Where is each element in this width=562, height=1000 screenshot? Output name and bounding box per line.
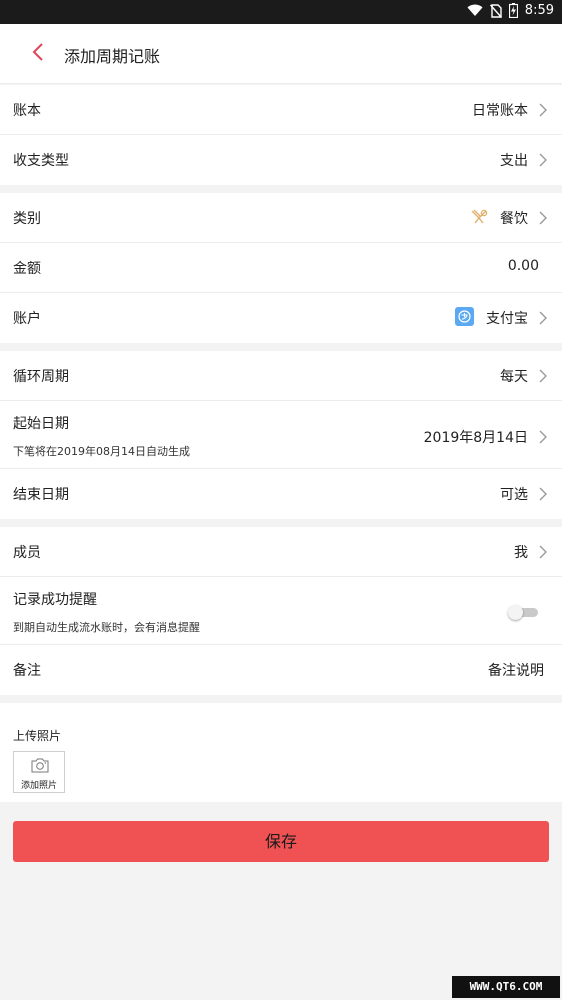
remark-input[interactable]: 备注说明 <box>488 660 544 680</box>
page-title: 添加周期记账 <box>64 47 161 66</box>
member-label: 成员 <box>13 545 41 561</box>
row-category[interactable]: 类别 餐饮 <box>0 193 562 243</box>
type-label: 收支类型 <box>13 153 69 169</box>
row-end-date[interactable]: 结束日期 可选 <box>0 469 562 519</box>
end-date-value: 可选 <box>500 487 528 503</box>
book-value: 日常账本 <box>472 103 528 119</box>
cycle-label: 循环周期 <box>13 369 69 385</box>
status-time: 8:59 <box>524 3 554 18</box>
chevron-left-icon <box>32 42 44 66</box>
start-date-note: 下笔将在2019年08月14日自动生成 <box>13 445 190 458</box>
save-button[interactable]: 保存 <box>13 821 549 862</box>
chevron-right-icon <box>539 545 547 559</box>
chevron-right-icon <box>539 487 547 501</box>
cycle-value: 每天 <box>500 369 528 385</box>
dining-icon <box>471 209 488 224</box>
status-bar: 8:59 <box>0 0 562 24</box>
chevron-right-icon <box>539 369 547 383</box>
end-date-label: 结束日期 <box>13 487 69 503</box>
row-start-date[interactable]: 起始日期 下笔将在2019年08月14日自动生成 2019年8月14日 <box>0 401 562 469</box>
upload-section: 上传照片 添加照片 <box>0 703 562 802</box>
chevron-right-icon <box>539 153 547 167</box>
remark-label: 备注 <box>13 663 41 679</box>
battery-charging-icon <box>508 3 518 18</box>
no-sim-icon <box>489 3 502 18</box>
camera-icon <box>31 758 49 773</box>
upload-label: 上传照片 <box>13 729 62 743</box>
chevron-right-icon <box>539 311 547 325</box>
row-reminder: 记录成功提醒 到期自动生成流水账时，会有消息提醒 <box>0 577 562 645</box>
type-value: 支出 <box>500 153 528 169</box>
category-label: 类别 <box>13 211 41 227</box>
reminder-toggle[interactable] <box>508 605 540 620</box>
category-value: 餐饮 <box>500 211 528 227</box>
group-entry: 类别 餐饮 金额 0.00 账户 支付宝 <box>0 193 562 343</box>
alipay-icon <box>455 307 474 326</box>
reminder-note: 到期自动生成流水账时，会有消息提醒 <box>13 621 200 634</box>
group-schedule: 循环周期 每天 起始日期 下笔将在2019年08月14日自动生成 2019年8月… <box>0 351 562 519</box>
row-remark[interactable]: 备注 备注说明 <box>0 645 562 695</box>
row-book[interactable]: 账本 日常账本 <box>0 85 562 135</box>
row-member[interactable]: 成员 我 <box>0 527 562 577</box>
amount-input[interactable]: 0.00 <box>508 258 539 274</box>
account-label: 账户 <box>13 311 41 327</box>
account-value: 支付宝 <box>486 311 528 327</box>
row-cycle[interactable]: 循环周期 每天 <box>0 351 562 401</box>
add-photo-button[interactable]: 添加照片 <box>13 751 65 793</box>
member-value: 我 <box>514 545 528 561</box>
chevron-right-icon <box>539 103 547 117</box>
row-amount[interactable]: 金额 0.00 <box>0 243 562 293</box>
book-label: 账本 <box>13 103 41 119</box>
wifi-icon <box>467 4 483 17</box>
amount-label: 金额 <box>13 261 41 277</box>
chevron-right-icon <box>539 211 547 225</box>
group-extra: 成员 我 记录成功提醒 到期自动生成流水账时，会有消息提醒 备注 备注说明 <box>0 527 562 695</box>
start-date-value: 2019年8月14日 <box>423 430 528 446</box>
reminder-label: 记录成功提醒 <box>13 592 97 608</box>
add-photo-label: 添加照片 <box>20 781 57 791</box>
back-button[interactable] <box>26 41 50 67</box>
chevron-right-icon <box>539 430 547 444</box>
watermark: WWW.QT6.COM <box>452 976 560 998</box>
row-account[interactable]: 账户 支付宝 <box>0 293 562 343</box>
app-bar: 添加周期记账 <box>0 24 562 84</box>
row-type[interactable]: 收支类型 支出 <box>0 135 562 185</box>
start-date-label: 起始日期 <box>13 416 69 432</box>
group-book: 账本 日常账本 收支类型 支出 <box>0 85 562 185</box>
